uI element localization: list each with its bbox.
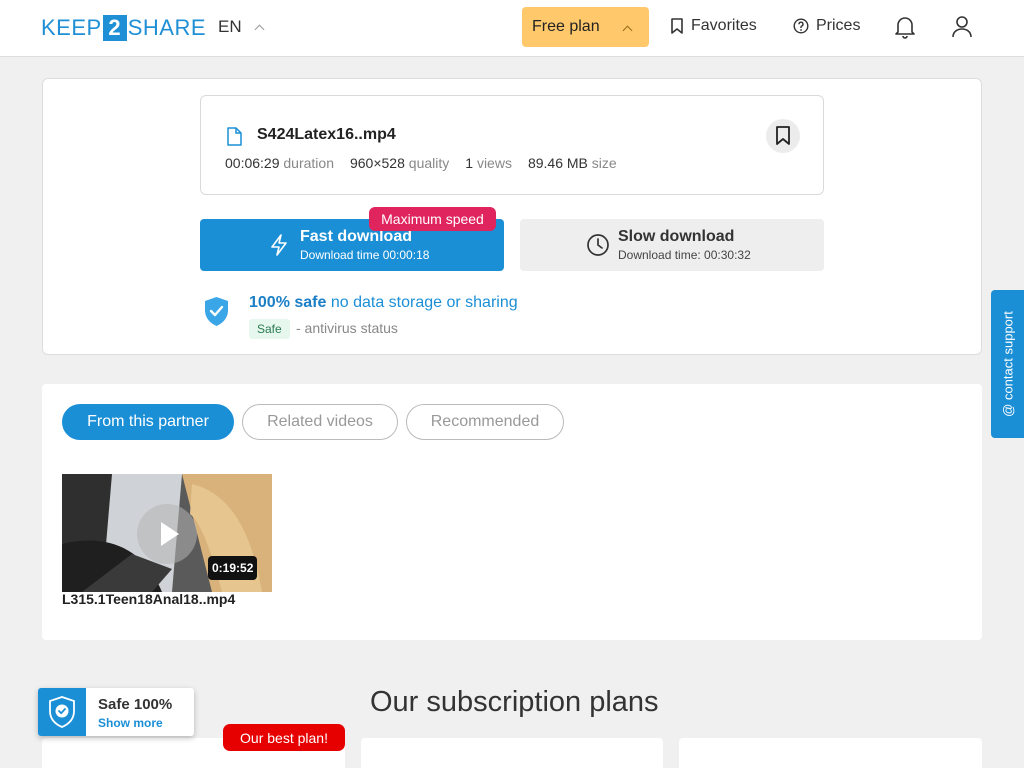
logo[interactable]: KEEP 2 SHARE	[41, 15, 206, 41]
file-duration: 00:06:29 duration	[225, 155, 334, 171]
file-views: 1 views	[465, 155, 512, 171]
language-label: EN	[218, 17, 242, 36]
fast-download-time: Download time 00:00:18	[300, 248, 430, 262]
safe-widget-title: Safe 100%	[98, 696, 173, 713]
tab-from-this-partner[interactable]: From this partner	[62, 404, 234, 440]
tab-related-videos[interactable]: Related videos	[242, 404, 398, 440]
logo-part-share: SHARE	[127, 15, 206, 40]
play-icon[interactable]	[137, 504, 197, 564]
favorites-link[interactable]: Favorites	[670, 17, 757, 35]
bookmark-icon	[671, 18, 683, 34]
shield-check-icon	[49, 696, 75, 728]
safe-widget-icon-box	[38, 688, 86, 736]
prices-link[interactable]: Prices	[793, 17, 860, 35]
language-selector[interactable]: EN	[218, 17, 265, 37]
bookmark-icon	[776, 126, 790, 145]
contact-support-label: @ contact support	[1000, 311, 1015, 417]
antivirus-status-text: - antivirus status	[296, 320, 398, 336]
file-views-value: 1	[465, 155, 474, 171]
notifications-bell-icon[interactable]	[893, 14, 917, 40]
clock-icon	[587, 234, 609, 256]
user-account-icon[interactable]	[950, 14, 974, 40]
safe-widget-show-more-link[interactable]: Show more	[98, 716, 163, 730]
file-size-label: size	[591, 155, 617, 171]
plan-card-2[interactable]	[361, 738, 663, 768]
file-quality-value: 960×528	[349, 155, 405, 171]
video-duration-badge: 0:19:52	[208, 556, 258, 580]
lightning-icon	[271, 234, 287, 256]
safety-statement: 100% safe no data storage or sharing	[249, 294, 518, 312]
file-quality: 960×528 quality	[350, 155, 449, 171]
contact-support-tab[interactable]: @ contact support	[991, 290, 1024, 438]
antivirus-safe-chip: Safe	[249, 319, 290, 339]
file-views-label: views	[476, 155, 512, 171]
file-size: 89.46 MB size	[528, 155, 617, 171]
logo-part-2: 2	[102, 15, 127, 41]
safety-text: no data storage or sharing	[330, 294, 518, 311]
header: KEEP 2 SHARE EN Free plan Favorites Prices	[0, 0, 1024, 57]
add-to-favorites-button[interactable]	[766, 119, 800, 153]
file-meta: 00:06:29 duration 960×528 quality 1 view…	[225, 155, 617, 171]
file-duration-label: duration	[283, 155, 334, 171]
shield-check-icon	[205, 297, 228, 326]
plan-card-3[interactable]	[679, 738, 982, 768]
tab-recommended[interactable]: Recommended	[406, 404, 564, 440]
slow-download-button[interactable]: Slow download Download time: 00:30:32	[520, 219, 824, 271]
file-info-box	[200, 95, 824, 195]
help-circle-icon	[793, 18, 809, 34]
maximum-speed-badge: Maximum speed	[369, 207, 496, 231]
file-size-value: 89.46 MB	[527, 155, 588, 171]
file-icon	[227, 127, 242, 146]
file-quality-label: quality	[408, 155, 450, 171]
file-duration-value: 00:06:29	[225, 155, 280, 171]
favorites-label: Favorites	[691, 17, 757, 34]
chevron-up-icon	[254, 24, 265, 34]
free-plan-button[interactable]: Free plan	[522, 7, 649, 47]
video-title[interactable]: L315.1Teen18Anal18..mp4	[62, 591, 235, 607]
best-plan-badge: Our best plan!	[223, 724, 345, 751]
chevron-up-icon	[622, 25, 633, 36]
subscription-plans-title: Our subscription plans	[370, 686, 659, 718]
slow-download-time: Download time: 00:30:32	[618, 248, 751, 262]
safety-bold: 100% safe	[249, 294, 327, 311]
prices-label: Prices	[816, 17, 861, 34]
free-plan-label: Free plan	[532, 18, 600, 35]
safe-widget[interactable]: Safe 100% Show more	[38, 688, 194, 736]
file-name: S424Latex16..mp4	[257, 126, 396, 143]
slow-download-title: Slow download	[618, 228, 735, 245]
logo-part-keep: KEEP	[41, 15, 102, 40]
